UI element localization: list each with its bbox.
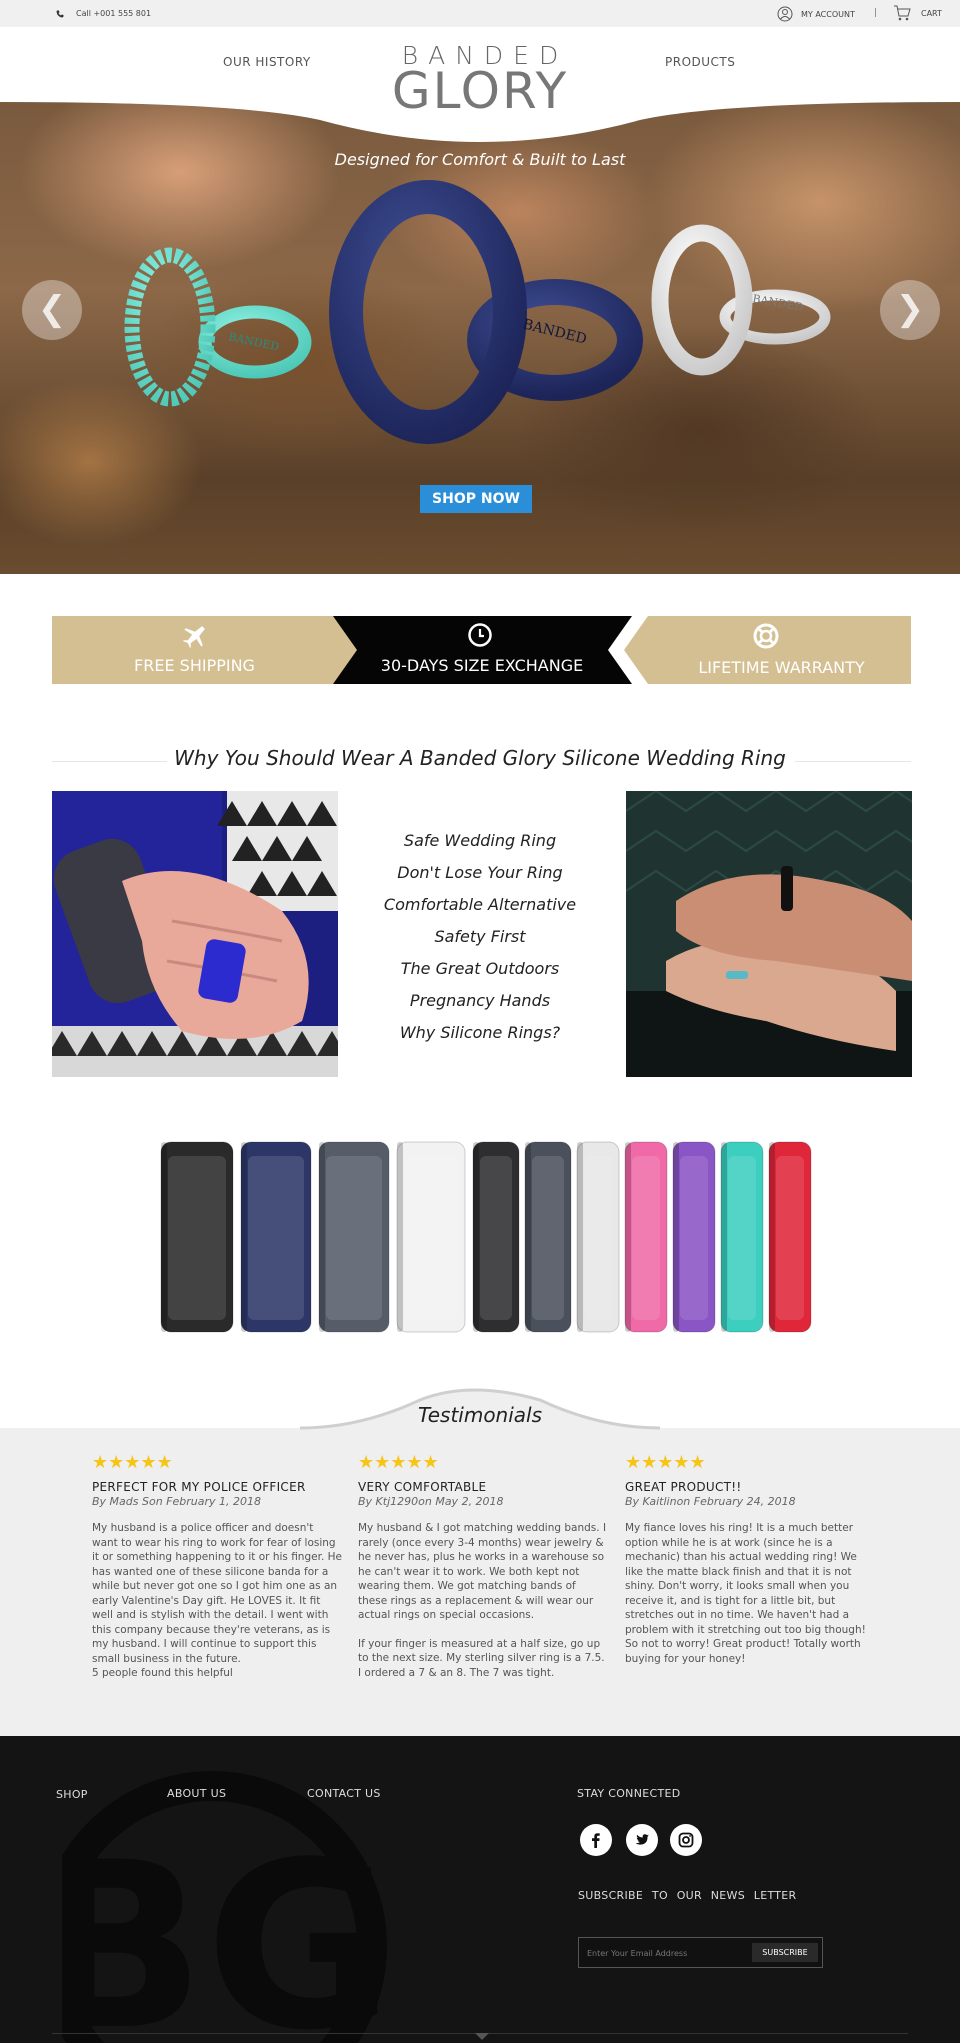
phone-contact[interactable]: Call +001 555 801 — [56, 9, 151, 18]
review-author: By Ktj1290on May 2, 2018 — [358, 1495, 504, 1508]
photo-hand-with-flashlight — [52, 791, 338, 1077]
instagram-link[interactable] — [670, 1824, 702, 1856]
review-title: VERY COMFORTABLE — [358, 1480, 487, 1494]
why-section-title: Why You Should Wear A Banded Glory Silic… — [174, 746, 786, 770]
review-card: ★★★★★ GREAT PRODUCT!! By Kaitlinon Febru… — [625, 1452, 875, 1680]
banner-warranty-label: LIFETIME WARRANTY — [698, 658, 865, 677]
newsletter-form: SUBSCRIBE — [578, 1937, 823, 1968]
footer-nav-contact[interactable]: CONTACT US — [307, 1787, 381, 1800]
nav-products[interactable]: PRODUCTS — [665, 55, 735, 69]
footer-nav-about[interactable]: ABOUT US — [167, 1787, 226, 1800]
facebook-icon — [592, 1833, 600, 1848]
teal-ring-engraving: BANDED — [227, 330, 280, 353]
reason-item[interactable]: Comfortable Alternative — [340, 889, 620, 921]
instagram-icon — [678, 1832, 694, 1848]
reasons-list: Safe Wedding Ring Don't Lose Your Ring C… — [340, 825, 620, 1049]
nav-our-history[interactable]: OUR HISTORY — [223, 55, 311, 69]
review-body: My fiance loves his ring! It is a much b… — [625, 1521, 875, 1666]
helpful-count: 5 people found this helpful — [92, 1667, 233, 1679]
review-paragraph: If your finger is measured at a half siz… — [358, 1637, 605, 1679]
review-paragraph: My husband & I got matching wedding band… — [358, 1522, 607, 1621]
photo-couple-hands — [626, 791, 912, 1077]
hero-tagline: Designed for Comfort & Built to Last — [334, 150, 626, 169]
reason-item[interactable]: Safe Wedding Ring — [340, 825, 620, 857]
shop-now-button[interactable]: SHOP NOW — [420, 485, 532, 513]
facebook-link[interactable] — [580, 1824, 612, 1856]
hero-slider: BANDED BANDED BANDED Designed for Comfor… — [0, 102, 960, 574]
review-title: PERFECT FOR MY POLICE OFFICER — [92, 1480, 306, 1494]
banner-size-exchange-label: 30-DAYS SIZE EXCHANGE — [380, 656, 584, 675]
email-input[interactable] — [587, 1944, 747, 1962]
reason-item[interactable]: Don't Lose Your Ring — [340, 857, 620, 889]
lineup-ring — [472, 1141, 520, 1333]
review-paragraph: My husband is a police officer and doesn… — [92, 1522, 342, 1665]
feature-banners: FREE SHIPPING 30-DAYS SIZE EXCHANGE LIFE… — [52, 616, 911, 684]
banner-free-shipping-label: FREE SHIPPING — [134, 656, 255, 675]
review-author: By Mads Son February 1, 2018 — [92, 1495, 262, 1508]
lineup-ring — [672, 1141, 716, 1333]
star-rating: ★★★★★ — [625, 1452, 706, 1473]
review-body: My husband & I got matching wedding band… — [358, 1521, 608, 1680]
lineup-ring — [768, 1141, 812, 1333]
navy-ring-engraving: BANDED — [521, 316, 588, 347]
user-icon — [777, 6, 793, 22]
review-title: GREAT PRODUCT!! — [625, 1480, 742, 1494]
ring-color-lineup — [160, 1141, 812, 1333]
reason-item[interactable]: The Great Outdoors — [340, 953, 620, 985]
reason-item[interactable]: Safety First — [340, 921, 620, 953]
top-bar: Call +001 555 801 MY ACCOUNT | CART — [0, 0, 960, 27]
footer-nav-shop[interactable]: SHOP — [56, 1788, 88, 1801]
phone-text: Call +001 555 801 — [76, 9, 152, 18]
slider-prev-button[interactable]: ❮ — [22, 280, 82, 340]
reason-item[interactable]: Why Silicone Rings? — [340, 1017, 620, 1049]
review-body: My husband is a police officer and doesn… — [92, 1521, 342, 1681]
logo-line-glory: GLORY — [391, 62, 569, 120]
cart-link[interactable]: CART — [893, 5, 942, 21]
review-card: ★★★★★ VERY COMFORTABLE By Ktj1290on May … — [358, 1452, 608, 1694]
site-logo[interactable]: BANDED GLORY — [380, 43, 580, 120]
site-footer: BG SHOP ABOUT US CONTACT US STAY CONNECT… — [0, 1736, 960, 2043]
subscribe-button[interactable]: SUBSCRIBE — [752, 1943, 818, 1962]
teal-ring-front — [124, 247, 216, 407]
review-paragraph: My fiance loves his ring! It is a much b… — [625, 1522, 866, 1665]
cart-icon — [894, 5, 911, 21]
twitter-link[interactable] — [626, 1824, 658, 1856]
lineup-ring — [160, 1141, 234, 1333]
watermark-text: BG — [62, 1814, 394, 2043]
my-account-link[interactable]: MY ACCOUNT — [777, 6, 855, 22]
lineup-ring — [396, 1141, 466, 1333]
star-rating: ★★★★★ — [358, 1452, 439, 1473]
scroll-top-notch[interactable] — [475, 2033, 489, 2040]
lineup-ring — [624, 1141, 668, 1333]
phone-icon — [56, 10, 64, 17]
clock-icon — [468, 623, 492, 647]
airplane-icon — [182, 626, 205, 649]
newsletter-heading: SUBSCRIBE TO OUR NEWS LETTER — [578, 1889, 797, 1902]
stay-connected-heading: STAY CONNECTED — [577, 1787, 681, 1800]
lineup-ring — [318, 1141, 390, 1333]
slider-next-button[interactable]: ❯ — [880, 280, 940, 340]
testimonials-title: Testimonials — [417, 1403, 543, 1427]
lineup-ring — [524, 1141, 572, 1333]
lifebuoy-icon — [753, 623, 779, 649]
my-account-label: MY ACCOUNT — [801, 9, 855, 19]
topbar-separator: | — [874, 8, 878, 18]
review-card: ★★★★★ PERFECT FOR MY POLICE OFFICER By M… — [92, 1452, 342, 1695]
cart-label: CART — [921, 8, 942, 18]
review-author: By Kaitlinon February 24, 2018 — [625, 1495, 796, 1508]
lineup-ring — [240, 1141, 312, 1333]
lineup-ring — [720, 1141, 764, 1333]
reason-item[interactable]: Pregnancy Hands — [340, 985, 620, 1017]
lineup-ring — [576, 1141, 620, 1333]
star-rating: ★★★★★ — [92, 1452, 173, 1473]
twitter-icon — [635, 1834, 649, 1845]
